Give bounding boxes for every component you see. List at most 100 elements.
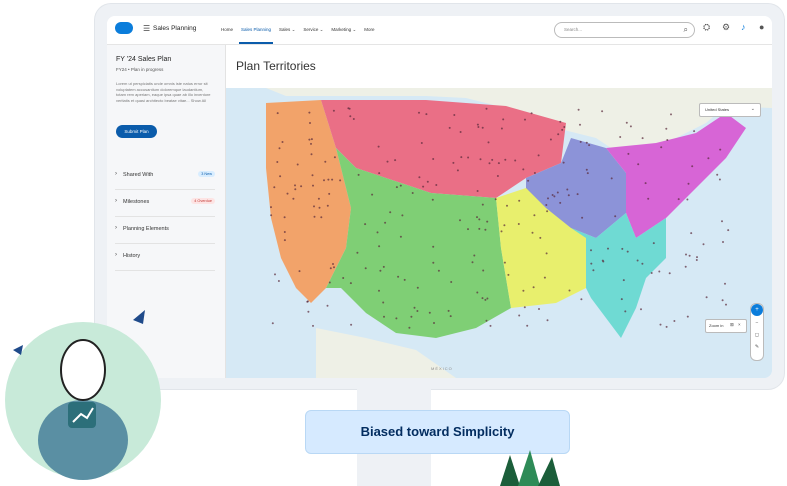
city-marker	[283, 216, 286, 219]
city-marker	[621, 247, 624, 250]
section-shared-with[interactable]: › Shared With 3 New	[115, 163, 215, 190]
city-marker	[420, 142, 423, 144]
nav-home[interactable]: Home	[217, 16, 237, 44]
trailhead-icon[interactable]: ⛭	[703, 22, 710, 33]
main-panel: Plan Territories MÉXICO United States ⌄ …	[226, 45, 772, 378]
minus-icon[interactable]: −	[751, 320, 763, 326]
chevron-right-icon: ›	[115, 225, 117, 231]
layers-icon[interactable]: ◻	[751, 332, 763, 338]
city-marker	[691, 165, 694, 168]
search-placeholder: Search...	[564, 27, 583, 32]
leaf-icon	[500, 455, 520, 486]
city-marker	[500, 127, 503, 130]
city-marker	[626, 250, 629, 253]
city-marker	[428, 311, 431, 314]
city-marker	[562, 161, 565, 164]
nav-more[interactable]: More	[360, 16, 378, 44]
city-marker	[312, 184, 314, 187]
draw-icon[interactable]: ✎	[751, 344, 763, 350]
city-marker	[307, 310, 310, 313]
section-milestones[interactable]: › Milestones 4 Overdue	[115, 190, 215, 217]
city-marker	[357, 173, 360, 176]
nav-marketing[interactable]: Marketing ⌄	[327, 16, 360, 44]
city-marker	[549, 138, 552, 141]
city-marker	[586, 172, 589, 175]
bird-icon	[133, 310, 145, 324]
city-marker	[476, 216, 478, 219]
nav-sales[interactable]: Sales ⌄	[275, 16, 299, 44]
add-icon[interactable]: +	[751, 304, 763, 316]
city-marker	[496, 175, 499, 177]
avatar[interactable]: ●	[759, 22, 764, 32]
city-marker	[450, 281, 453, 283]
city-marker	[300, 185, 303, 188]
city-marker	[309, 122, 311, 124]
gear-icon[interactable]: ⚙	[722, 22, 730, 33]
city-marker	[308, 138, 311, 141]
city-marker	[306, 300, 309, 303]
city-marker	[416, 310, 419, 312]
city-marker	[518, 314, 521, 317]
city-marker	[283, 239, 286, 242]
nav-sales-planning[interactable]: Sales Planning	[237, 16, 275, 44]
city-marker	[431, 198, 434, 201]
city-marker	[459, 219, 461, 222]
city-marker	[476, 123, 479, 126]
city-marker	[271, 322, 274, 325]
section-label: Milestones	[123, 199, 150, 205]
chevron-down-icon: ⌄	[291, 27, 296, 32]
section-history[interactable]: › History	[115, 244, 215, 271]
country-select-value: United States	[705, 107, 730, 112]
city-marker	[665, 127, 668, 130]
city-marker	[382, 301, 385, 304]
city-marker	[481, 297, 484, 300]
notification-bell-icon[interactable]: ♪	[741, 22, 746, 32]
city-marker	[500, 230, 503, 233]
city-marker	[503, 261, 506, 264]
territory-map[interactable]: MÉXICO	[226, 88, 772, 378]
city-marker	[622, 279, 625, 282]
city-marker	[588, 144, 591, 147]
map-canvas[interactable]	[226, 88, 772, 378]
city-marker	[556, 191, 559, 194]
city-marker	[590, 262, 593, 265]
city-marker	[328, 192, 331, 195]
app-name: Sales Planning	[153, 25, 197, 32]
city-marker	[478, 227, 481, 230]
city-marker	[342, 277, 345, 279]
city-marker	[486, 297, 489, 300]
nav-service[interactable]: Service ⌄	[299, 16, 327, 44]
zoom-close-icon[interactable]: ×	[738, 322, 741, 327]
city-marker	[625, 121, 628, 124]
city-marker	[491, 158, 494, 161]
city-marker	[668, 272, 671, 275]
submit-plan-button[interactable]: Submit Plan	[116, 125, 157, 138]
city-marker	[376, 231, 379, 234]
city-marker	[348, 107, 351, 110]
section-planning-elements[interactable]: › Planning Elements	[115, 217, 215, 244]
city-marker	[489, 324, 492, 327]
city-marker	[533, 172, 536, 174]
city-marker	[547, 197, 549, 200]
city-marker	[278, 147, 281, 150]
city-marker	[660, 146, 663, 149]
zoom-option-icon[interactable]: ⊠	[730, 322, 734, 328]
city-marker	[502, 118, 505, 121]
city-marker	[386, 160, 389, 163]
nav-marketing-label: Marketing	[331, 27, 352, 32]
city-marker	[327, 178, 330, 181]
city-marker	[494, 198, 497, 201]
app-launcher-icon[interactable]: ☰	[143, 24, 150, 33]
chevron-down-icon: ⌄	[319, 27, 324, 32]
city-marker	[485, 319, 488, 322]
search-input[interactable]: Search... ⌕	[554, 22, 695, 38]
city-marker	[403, 278, 406, 281]
city-marker	[559, 120, 562, 123]
zoom-panel[interactable]: Zoom in ⊠ ×	[705, 319, 747, 333]
city-marker	[389, 211, 392, 214]
city-marker	[448, 126, 451, 129]
country-select[interactable]: United States ⌄	[699, 103, 761, 117]
status-badge: 4 Overdue	[191, 198, 215, 204]
city-marker	[543, 276, 546, 279]
plant-leaves-illustration	[500, 450, 560, 486]
